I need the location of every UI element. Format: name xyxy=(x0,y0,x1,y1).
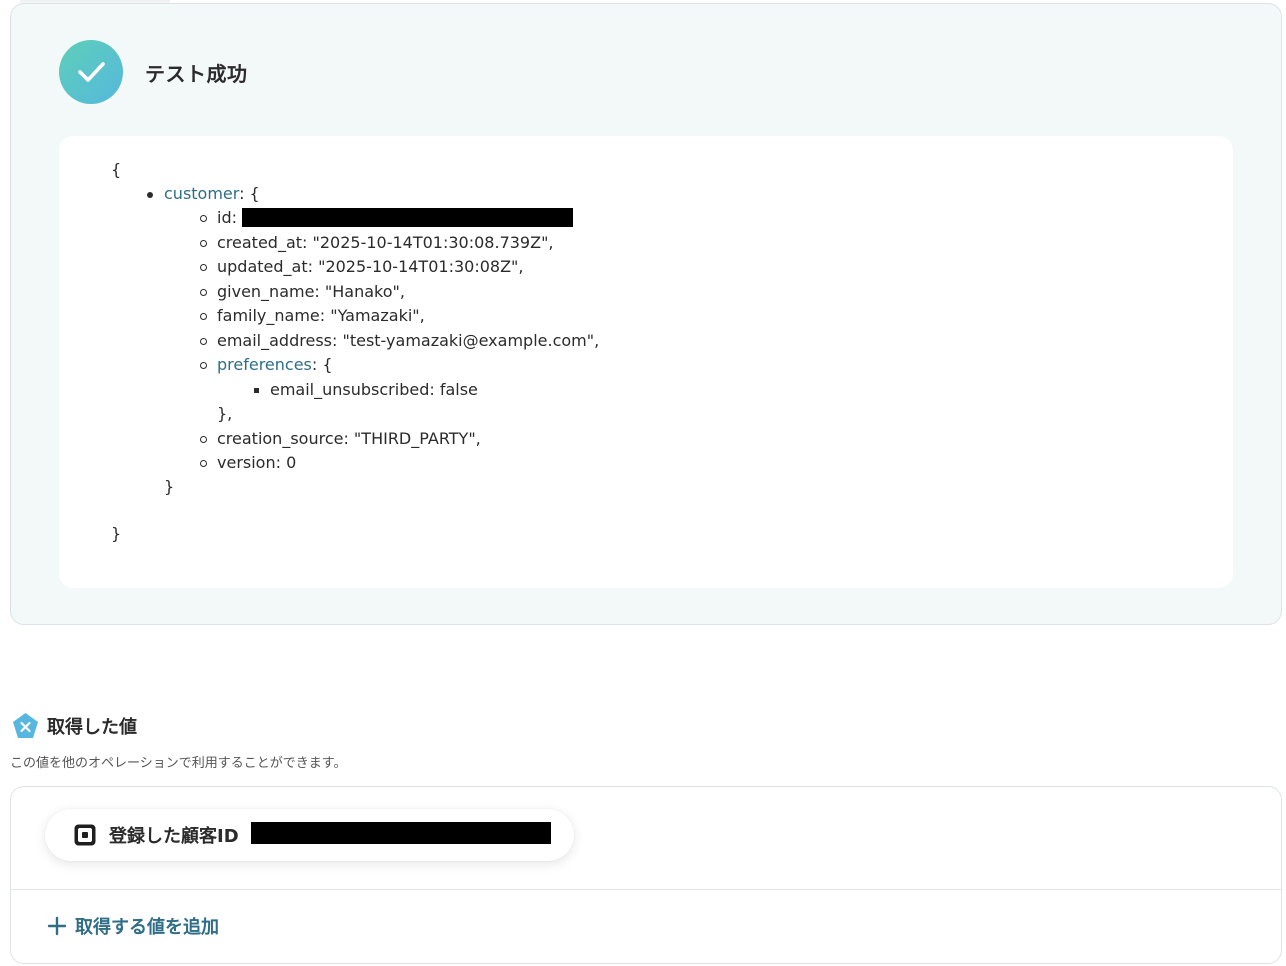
acquired-values-panel: 登録した顧客ID 取得する値を追加 xyxy=(10,786,1282,964)
list-bullet xyxy=(200,436,207,443)
json-field-updated-at: updated_at: "2025-10-14T01:30:08Z", xyxy=(217,257,524,276)
list-bullet xyxy=(200,313,207,320)
json-customer-close: } xyxy=(164,477,175,496)
customer-open: : { xyxy=(239,184,260,203)
redacted-customer-id xyxy=(251,822,551,844)
preferences-key[interactable]: preferences xyxy=(217,355,312,374)
list-bullet xyxy=(254,388,259,393)
test-result-panel: テスト成功 { customer: { id: created_at: "202… xyxy=(10,3,1282,625)
acquired-value-chip[interactable]: 登録した顧客ID xyxy=(45,809,574,861)
customer-key[interactable]: customer xyxy=(164,184,239,203)
json-field-id: id: xyxy=(217,208,237,227)
square-logo-icon xyxy=(73,823,97,847)
list-bullet xyxy=(200,289,207,296)
acquired-values-description: この値を他のオペレーションで利用することができます。 xyxy=(10,756,347,771)
json-field-email-unsubscribed: email_unsubscribed: false xyxy=(270,380,478,399)
divider xyxy=(11,889,1281,890)
json-field-email-address: email_address: "test-yamazaki@example.co… xyxy=(217,331,600,350)
json-open-brace: { xyxy=(111,160,122,179)
json-field-created-at: created_at: "2025-10-14T01:30:08.739Z", xyxy=(217,233,554,252)
checkmark-icon xyxy=(59,40,123,104)
list-bullet xyxy=(200,264,207,271)
acquired-value-label: 登録した顧客ID xyxy=(109,826,239,847)
list-bullet xyxy=(200,460,207,467)
list-bullet xyxy=(200,240,207,247)
variable-x-icon xyxy=(11,711,40,740)
preferences-open: : { xyxy=(311,355,333,374)
acquired-values-title: 取得した値 xyxy=(47,717,137,738)
json-preferences-close: }, xyxy=(217,404,233,423)
json-output-box: { customer: { id: created_at: "2025-10-1… xyxy=(59,136,1233,588)
json-field-family-name: family_name: "Yamazaki", xyxy=(217,306,425,325)
plus-icon xyxy=(47,916,67,936)
success-title: テスト成功 xyxy=(145,62,248,86)
json-preferences-line: preferences: { xyxy=(217,355,333,375)
json-field-given-name: given_name: "Hanako", xyxy=(217,282,405,301)
list-bullet xyxy=(147,192,153,198)
json-close-brace: } xyxy=(111,524,122,543)
list-bullet xyxy=(200,215,207,222)
json-field-version: version: 0 xyxy=(217,453,297,472)
json-field-creation-source: creation_source: "THIRD_PARTY", xyxy=(217,429,481,448)
add-acquired-value-label: 取得する値を追加 xyxy=(75,917,219,938)
add-acquired-value-button[interactable]: 取得する値を追加 xyxy=(47,911,219,941)
list-bullet xyxy=(200,338,207,345)
redacted-id xyxy=(242,208,573,227)
list-bullet xyxy=(200,362,207,369)
json-customer-line: customer: { xyxy=(164,184,260,204)
